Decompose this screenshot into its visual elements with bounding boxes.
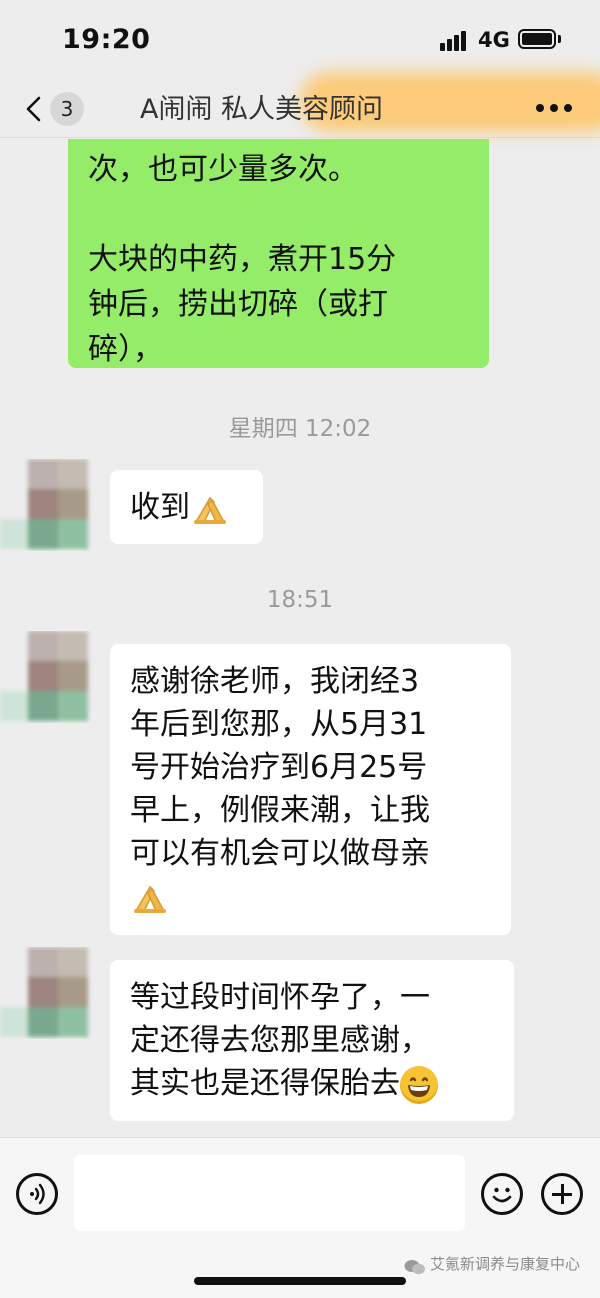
message-text: 收到	[130, 490, 190, 525]
chat-header: 3 A闹闹 私人美容顾问	[0, 72, 600, 138]
home-indicator[interactable]	[194, 1277, 406, 1285]
message-line: 感谢徐老师，我闭经3	[130, 664, 420, 699]
folded-hands-emoji-icon	[190, 492, 230, 526]
chevron-left-icon	[26, 96, 41, 122]
message-bubble-outgoing[interactable]: 次，也可少量多次。 大块的中药，煮开15分 钟后，捞出切碎（或打 碎），	[68, 139, 489, 368]
emoji-button[interactable]	[481, 1173, 523, 1215]
back-button[interactable]: 3	[18, 86, 98, 132]
message-line: 早上，例假来潮，让我	[130, 793, 430, 828]
status-bar: 19:20 4G	[0, 0, 600, 80]
message-line: 号开始治疗到6月25号	[130, 750, 428, 785]
smiley-icon	[492, 1187, 512, 1203]
watermark-text: 艾氪新调养与康复中心	[430, 1255, 581, 1273]
message-line: 等过段时间怀孕了，一	[130, 980, 430, 1015]
message-line: 其实也是还得保胎去	[130, 1066, 400, 1101]
timestamp: 18:51	[266, 587, 334, 613]
more-actions-button[interactable]	[541, 1173, 583, 1215]
message-bubble-incoming[interactable]: 等过段时间怀孕了，一 定还得去您那里感谢， 其实也是还得保胎去	[110, 960, 514, 1121]
message-line: 定还得去您那里感谢，	[130, 1023, 430, 1058]
folded-hands-emoji-icon	[130, 881, 170, 915]
avatar[interactable]	[0, 631, 100, 723]
more-button[interactable]	[536, 102, 572, 114]
wechat-logo-icon	[404, 1257, 426, 1274]
network-label: 4G	[478, 28, 510, 52]
watermark: 艾氪新调养与康复中心	[404, 1251, 580, 1277]
status-time: 19:20	[62, 24, 151, 55]
battery-icon	[518, 29, 556, 49]
message-bubble-incoming[interactable]: 感谢徐老师，我闭经3 年后到您那，从5月31 号开始治疗到6月25号 早上，例假…	[110, 644, 511, 935]
message-line: 年后到您那，从5月31	[130, 707, 428, 742]
grinning-emoji-icon	[400, 1065, 438, 1104]
signal-icon	[440, 29, 470, 51]
timestamp: 星期四 12:02	[228, 416, 372, 442]
message-line: 钟后，捞出切碎（或打	[88, 287, 388, 322]
message-line: 大块的中药，煮开15分	[88, 242, 397, 277]
more-dots-icon	[536, 104, 544, 112]
message-input[interactable]	[74, 1155, 465, 1231]
message-line: 可以有机会可以做母亲	[130, 836, 430, 871]
battery-tip	[558, 35, 561, 43]
voice-icon	[30, 1183, 45, 1205]
input-bar: 艾氪新调养与康复中心	[0, 1137, 600, 1298]
message-line: 碎），	[88, 332, 163, 367]
avatar[interactable]	[0, 947, 100, 1039]
chat-title: A闹闹 私人美容顾问	[140, 72, 600, 132]
unread-count-badge: 3	[50, 92, 84, 126]
voice-input-button[interactable]	[16, 1173, 58, 1215]
chat-title-text: A闹闹 私人美容顾问	[140, 94, 384, 125]
chat-messages: 次，也可少量多次。 大块的中药，煮开15分 钟后，捞出切碎（或打 碎）， 星期四…	[0, 139, 600, 1137]
avatar[interactable]	[0, 459, 100, 551]
message-line: 次，也可少量多次。	[88, 152, 358, 187]
message-bubble-incoming[interactable]: 收到	[110, 470, 263, 544]
